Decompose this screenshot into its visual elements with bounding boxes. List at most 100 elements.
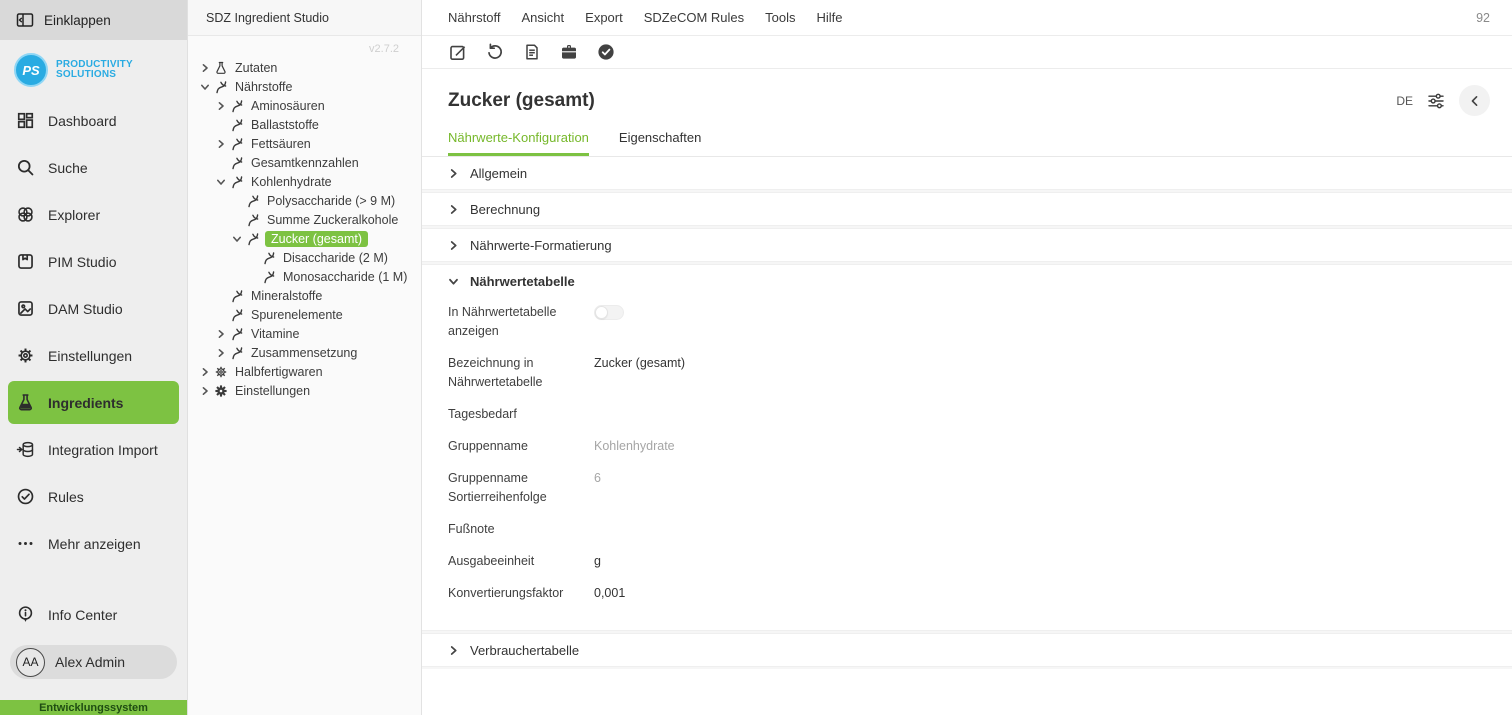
sidebar-item-mehr-anzeigen[interactable]: Mehr anzeigen [0, 520, 187, 567]
chevron-right-icon[interactable] [216, 139, 230, 149]
tree-item-label: Zutaten [233, 61, 279, 75]
app-logo[interactable]: PS PRODUCTIVITY SOLUTIONS [0, 40, 187, 97]
branch-icon [230, 175, 244, 189]
sidebar-item-einstellungen[interactable]: Einstellungen [0, 332, 187, 379]
main-area: Nährstoff Ansicht Export SDZeCOM Rules Tools… [422, 0, 1512, 715]
chevron-right-icon[interactable] [200, 386, 214, 396]
explorer-icon [16, 205, 35, 224]
menu-naehrstoff[interactable]: Nährstoff [448, 10, 501, 25]
environment-banner: Entwicklungssystem [0, 700, 187, 715]
field-value-gruppenname[interactable]: Kohlenhydrate [594, 437, 675, 456]
restore-button[interactable] [485, 42, 505, 62]
sidebar-item-label: Rules [48, 489, 84, 505]
tree-item-naehrstoffe[interactable]: Nährstoffe [188, 77, 421, 96]
field-gruppenname-sortierreihenfolge: Gruppenname Sortierreihenfolge6 [448, 469, 1486, 507]
tree-item-einstellungen[interactable]: Einstellungen [188, 381, 421, 400]
section-header-verbrauchertabelle[interactable]: Verbrauchertabelle [422, 634, 1512, 666]
menu-ansicht[interactable]: Ansicht [522, 10, 565, 25]
field-value-konvertierungsfaktor[interactable]: 0,001 [594, 584, 654, 603]
toggle-in-naehrwertetabelle-anzeigen[interactable] [594, 305, 624, 320]
title-controls: DE [1396, 85, 1490, 116]
sidebar-item-label: Dashboard [48, 113, 117, 129]
nutrient-tree: Zutaten NährstoffeAminosäurenBallaststoff… [188, 58, 421, 400]
tree-item-vitamine[interactable]: Vitamine [188, 324, 421, 343]
menu-sdzecom-rules[interactable]: SDZeCOM Rules [644, 10, 744, 25]
display-settings-button[interactable] [1426, 91, 1446, 111]
edit-button[interactable] [448, 42, 468, 62]
chevron-spacer [232, 215, 246, 225]
dots-icon [16, 534, 35, 553]
language-indicator[interactable]: DE [1396, 94, 1413, 108]
tab-eigenschaften[interactable]: Eigenschaften [619, 130, 701, 156]
tree-item-zusammensetzung[interactable]: Zusammensetzung [188, 343, 421, 362]
field-value-tagesbedarf[interactable] [594, 405, 654, 424]
chevron-right-icon[interactable] [200, 367, 214, 377]
tree-item-mineralstoffe[interactable]: Mineralstoffe [188, 286, 421, 305]
sidebar-item-info-center[interactable]: Info Center [0, 591, 187, 638]
sidebar-item-pim-studio[interactable]: PIM Studio [0, 238, 187, 285]
sidebar-item-rules[interactable]: Rules [0, 473, 187, 520]
gear-outline-icon [214, 365, 228, 379]
chevron-down-icon[interactable] [216, 177, 230, 187]
sidebar-item-label: Einstellungen [48, 348, 132, 364]
chevron-down-icon[interactable] [200, 82, 214, 92]
chevron-down-icon[interactable] [232, 234, 246, 244]
tree-item-summe-zuckeralkohole[interactable]: Summe Zuckeralkohole [188, 210, 421, 229]
section-header-allgemein[interactable]: Allgemein [422, 157, 1512, 189]
sidebar-item-suche[interactable]: Suche [0, 144, 187, 191]
toolbar [422, 36, 1512, 69]
sidebar-bottom: Info Center AA Alex Admin [0, 591, 187, 700]
section-header-naehrwertetabelle[interactable]: Nährwertetabelle [422, 265, 1512, 297]
section-header-naehrwerte-formatierung[interactable]: Nährwerte-Formatierung [422, 229, 1512, 261]
check-circle-button[interactable] [596, 42, 616, 62]
field-value-ausgabeeinheit[interactable]: g [594, 552, 654, 571]
menu-hilfe[interactable]: Hilfe [817, 10, 843, 25]
chevron-right-icon[interactable] [200, 63, 214, 73]
field-bezeichnung-in-naehrwertetabelle: Bezeichnung in Nährwertetabelle Zucker (g… [448, 354, 1486, 392]
tab-naehrwerte-konfiguration[interactable]: Nährwerte-Konfiguration [448, 130, 589, 156]
tree-item-disaccharide-2-m[interactable]: Disaccharide (2 M) [188, 248, 421, 267]
tree-item-kohlenhydrate[interactable]: Kohlenhydrate [188, 172, 421, 191]
briefcase-button[interactable] [559, 42, 579, 62]
tree-item-fettsaeuren[interactable]: Fettsäuren [188, 134, 421, 153]
tree-item-zutaten[interactable]: Zutaten [188, 58, 421, 77]
field-label: Tagesbedarf [448, 405, 573, 424]
tree-item-ballaststoffe[interactable]: Ballaststoffe [188, 115, 421, 134]
collapse-sidebar-button[interactable]: Einklappen [0, 0, 187, 40]
chevron-right-icon[interactable] [216, 329, 230, 339]
field-value-fussnote[interactable] [594, 520, 654, 539]
field-value-bezeichnung-in-naehrwertetabelle[interactable]: Zucker (gesamt) [594, 354, 685, 373]
branch-icon [230, 327, 244, 341]
user-menu[interactable]: AA Alex Admin [10, 645, 177, 679]
document-button[interactable] [522, 42, 542, 62]
branch-icon [246, 194, 260, 208]
sidebar-item-explorer[interactable]: Explorer [0, 191, 187, 238]
sidebar-item-integration-import[interactable]: Integration Import [0, 426, 187, 473]
menu-export[interactable]: Export [585, 10, 623, 25]
chevron-right-icon[interactable] [216, 348, 230, 358]
dashboard-icon [16, 111, 35, 130]
field-value-gruppenname-sortierreihenfolge[interactable]: 6 [594, 469, 654, 488]
sidebar-item-ingredients[interactable]: Ingredients [8, 381, 179, 424]
tree-item-zucker-gesamt[interactable]: Zucker (gesamt) [188, 229, 421, 248]
collapse-detail-button[interactable] [1459, 85, 1490, 116]
section-header-berechnung[interactable]: Berechnung [422, 193, 1512, 225]
sidebar-item-dashboard[interactable]: Dashboard [0, 97, 187, 144]
chevron-right-icon[interactable] [216, 101, 230, 111]
sidebar-item-dam-studio[interactable]: DAM Studio [0, 285, 187, 332]
tree-item-halbfertigwaren[interactable]: Halbfertigwaren [188, 362, 421, 381]
field-label: Bezeichnung in Nährwertetabelle [448, 354, 573, 392]
sidebar-item-label: DAM Studio [48, 301, 123, 317]
chevron-spacer [216, 120, 230, 130]
tree-item-monosaccharide-1-m[interactable]: Monosaccharide (1 M) [188, 267, 421, 286]
menu-tools[interactable]: Tools [765, 10, 795, 25]
tree-item-spurenelemente[interactable]: Spurenelemente [188, 305, 421, 324]
tree-item-polysaccharide-9-m[interactable]: Polysaccharide (> 9 M) [188, 191, 421, 210]
sidebar-item-label: Suche [48, 160, 88, 176]
section-label: Allgemein [470, 166, 527, 181]
config-sections: Allgemein Berechnung Nährwerte-Formatierun… [422, 157, 1512, 669]
tree-item-gesamtkennzahlen[interactable]: Gesamtkennzahlen [188, 153, 421, 172]
tree-item-aminosaeuren[interactable]: Aminosäuren [188, 96, 421, 115]
branch-icon [230, 156, 244, 170]
import-icon [16, 440, 35, 459]
